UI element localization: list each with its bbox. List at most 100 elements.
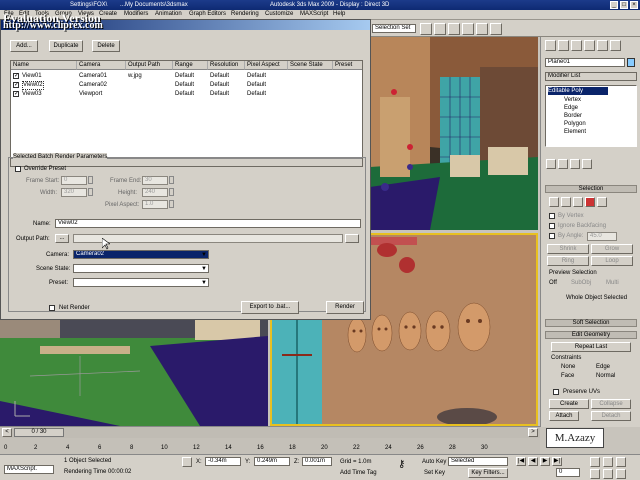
stack-item-polygon[interactable]: Polygon — [564, 120, 586, 128]
lock-selection-icon[interactable] — [182, 457, 192, 467]
menu-create[interactable]: Create — [99, 11, 117, 17]
create-button[interactable]: Create — [549, 399, 589, 409]
current-frame-field[interactable]: 0 — [556, 468, 580, 477]
key-icon[interactable]: ⚷ — [398, 460, 405, 470]
next-frame-icon[interactable]: ▶| — [552, 457, 562, 466]
key-mode-dropdown[interactable]: Selected — [448, 457, 508, 466]
shrink-button[interactable]: Shrink — [547, 244, 589, 254]
height-spinner[interactable] — [169, 188, 174, 196]
menu-animation[interactable]: Animation — [155, 11, 182, 17]
time-next-icon[interactable]: > — [528, 428, 538, 437]
ring-button[interactable]: Ring — [547, 256, 589, 266]
polygon-mode-icon[interactable] — [585, 197, 595, 207]
attach-button[interactable]: Attach — [549, 411, 579, 421]
pin-stack-icon[interactable] — [546, 159, 556, 169]
preserve-uvs-checkbox[interactable] — [553, 389, 559, 395]
width-field[interactable]: 320 — [61, 188, 87, 197]
col-resolution[interactable]: Resolution — [208, 61, 245, 70]
teapot-icon[interactable] — [490, 23, 502, 35]
render-frame-icon[interactable] — [434, 23, 446, 35]
render-button[interactable]: Render — [326, 301, 364, 314]
zoom-all-icon[interactable] — [603, 457, 613, 467]
detach-button[interactable]: Detach — [591, 411, 631, 421]
object-name-field[interactable]: Plane01 — [545, 58, 625, 67]
vertex-mode-icon[interactable] — [549, 197, 559, 207]
preview-off-option[interactable]: Off — [549, 279, 557, 287]
clear-output-path-icon[interactable] — [345, 234, 359, 243]
stack-item-editable-poly[interactable]: Editable Poly — [548, 87, 608, 95]
object-color-swatch[interactable] — [627, 58, 635, 67]
menu-help[interactable]: Help — [333, 11, 345, 17]
element-mode-icon[interactable] — [597, 197, 607, 207]
play-icon[interactable]: ▶ — [540, 457, 550, 466]
zoom-icon[interactable] — [590, 457, 600, 467]
preview-subobj-option[interactable]: SubObj — [571, 279, 591, 287]
close-button[interactable]: × — [630, 1, 638, 9]
prev-frame-icon[interactable]: ◀ — [528, 457, 538, 466]
rollout-selection[interactable]: Selection — [545, 185, 637, 193]
height-field[interactable]: 240 — [142, 188, 168, 197]
by-angle-checkbox[interactable] — [549, 233, 555, 239]
scene-state-dropdown[interactable] — [73, 264, 209, 273]
maximize-viewport-icon[interactable] — [616, 469, 626, 479]
key-filters-button[interactable]: Key Filters... — [468, 468, 508, 478]
table-row[interactable]: ✓ View01 Camera01 w.jpg Default Default … — [11, 72, 362, 81]
stack-item-element[interactable]: Element — [564, 128, 586, 136]
maxscript-listener[interactable]: MAXScript. — [4, 465, 54, 474]
by-angle-field[interactable]: 45.0 — [587, 232, 617, 241]
name-field[interactable]: View02 — [55, 219, 361, 228]
time-slider-thumb[interactable]: 0 / 30 — [14, 428, 64, 437]
camera-dropdown-arrow-icon[interactable]: ▼ — [201, 251, 207, 259]
pixel-aspect-spinner[interactable] — [169, 200, 174, 208]
row-enable-checkbox[interactable]: ✓ — [13, 91, 19, 97]
motion-tab-icon[interactable] — [584, 40, 595, 51]
net-render-checkbox[interactable] — [49, 305, 55, 311]
material-editor-icon[interactable] — [462, 23, 474, 35]
menu-graph-editors[interactable]: Graph Editors — [189, 11, 226, 17]
render-icon[interactable] — [476, 23, 488, 35]
orbit-icon[interactable] — [603, 469, 613, 479]
col-preset[interactable]: Preset — [333, 61, 362, 70]
menu-modifiers[interactable]: Modifiers — [124, 11, 148, 17]
menu-maxscript[interactable]: MAXScript — [300, 11, 328, 17]
quick-render-icon[interactable] — [448, 23, 460, 35]
pixel-aspect-field[interactable]: 1.0 — [142, 200, 168, 209]
row-enable-checkbox[interactable]: ✓ — [13, 73, 19, 79]
y-coordinate-field[interactable]: 0.249m — [254, 457, 290, 466]
utilities-tab-icon[interactable] — [610, 40, 621, 51]
ignore-backfacing-checkbox[interactable] — [549, 223, 555, 229]
go-to-start-icon[interactable]: |◀ — [516, 457, 526, 466]
col-pixel-aspect[interactable]: Pixel Aspect — [245, 61, 288, 70]
make-unique-icon[interactable] — [570, 159, 580, 169]
stack-item-border[interactable]: Border — [564, 112, 582, 120]
menu-rendering[interactable]: Rendering — [231, 11, 259, 17]
export-bat-button[interactable]: Export to .bat... — [241, 301, 299, 314]
output-path-browse-button[interactable]: ... — [55, 234, 69, 243]
frame-start-field[interactable]: 0 — [61, 176, 87, 185]
edge-mode-icon[interactable] — [561, 197, 571, 207]
by-vertex-checkbox[interactable] — [549, 213, 555, 219]
preset-dropdown[interactable] — [73, 278, 209, 287]
override-preset-checkbox[interactable] — [15, 166, 21, 172]
modifier-list-dropdown[interactable]: Modifier List — [545, 72, 637, 81]
collapse-button[interactable]: Collapse — [591, 399, 631, 409]
border-mode-icon[interactable] — [573, 197, 583, 207]
zoom-extents-icon[interactable] — [616, 457, 626, 467]
x-coordinate-field[interactable]: -0.34m — [205, 457, 241, 466]
pan-icon[interactable] — [590, 469, 600, 479]
col-range[interactable]: Range — [173, 61, 208, 70]
col-camera[interactable]: Camera — [77, 61, 126, 70]
preview-multi-option[interactable]: Multi — [606, 279, 619, 287]
auto-key-button[interactable]: Auto Key — [422, 458, 446, 466]
minimize-button[interactable]: _ — [610, 1, 618, 9]
width-spinner[interactable] — [88, 188, 93, 196]
rollout-edit-geometry[interactable]: Edit Geometry — [545, 331, 637, 339]
render-setup-icon[interactable] — [420, 23, 432, 35]
viewport-left[interactable] — [0, 316, 268, 426]
constraint-none-option[interactable]: None — [561, 363, 575, 371]
delete-button[interactable]: Delete — [92, 40, 120, 52]
col-name[interactable]: Name — [11, 61, 77, 70]
maximize-button[interactable]: □ — [620, 1, 628, 9]
time-slider[interactable]: < 0 / 30 > — [0, 426, 540, 438]
z-coordinate-field[interactable]: 0.001m — [302, 457, 332, 466]
